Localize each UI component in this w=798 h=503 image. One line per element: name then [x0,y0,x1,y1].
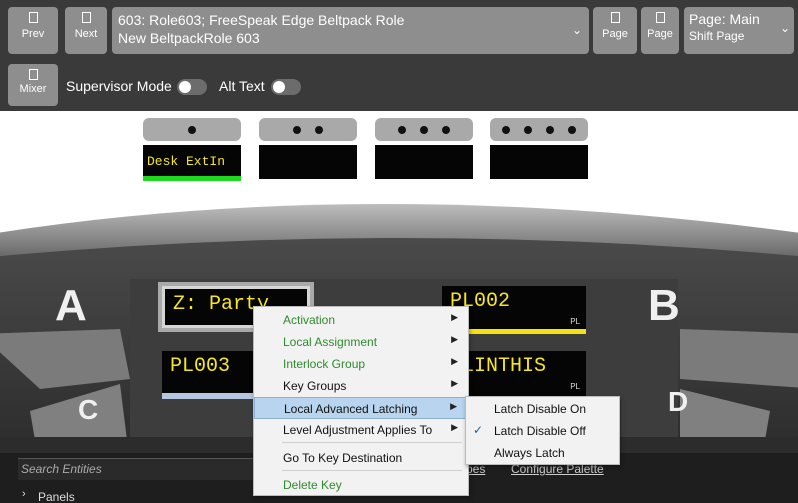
hw-key-b[interactable]: B [648,281,680,331]
checkmark-icon: ✓ [473,423,484,437]
submenu-arrow-icon: ▶ [451,422,458,432]
page-next-label: Page [647,28,673,40]
supervisor-mode-label: Supervisor Mode [66,78,172,94]
top-display-1[interactable]: Desk ExtIn [143,145,241,179]
key-slot-c-label: PL003 [170,355,231,378]
mixer-button[interactable]: Mixer [8,64,58,106]
key-indicator-3 [375,118,473,141]
menu-item-label: Local Advanced Latching [284,402,418,416]
top-display-4[interactable] [490,145,588,179]
menu-item-delete-key[interactable]: Delete Key [254,474,468,496]
submenu-arrow-icon: ▶ [451,378,458,388]
menu-separator [282,442,462,443]
prev-button[interactable]: Prev [8,7,58,54]
page-select-title: Page: Main [689,11,760,27]
menu-item-label: Delete Key [283,478,342,492]
submenu-item-latch-disable-off[interactable]: ✓ Latch Disable Off [466,420,619,442]
search-entities-input[interactable]: Search Entities [18,458,258,480]
menu-item-activation[interactable]: Activation ▶ [254,309,468,331]
role-title: 603: Role603; FreeSpeak Edge Beltpack Ro… [118,12,405,28]
submenu-item-label: Latch Disable On [494,402,587,416]
role-subtitle: New BeltpackRole 603 [118,30,260,46]
menu-item-local-advanced-latching[interactable]: Local Advanced Latching ▶ [254,397,468,419]
page-next-icon [655,12,665,23]
key-indicator-1 [143,118,241,141]
app-window: Prev Next 603: Role603; FreeSpeak Edge B… [0,0,798,503]
menu-separator [282,470,462,471]
chevron-down-icon: ⌄ [571,23,582,37]
hw-key-d[interactable]: D [668,386,688,418]
page-next-button[interactable]: Page [641,7,679,54]
toggle-knob [273,81,285,93]
page-select[interactable]: Page: Main Shift Page ⌄ [684,7,794,54]
page-prev-label: Page [602,28,628,40]
panels-label[interactable]: Panels [38,490,75,503]
top-display-2[interactable] [259,145,357,179]
mixer-icon [28,69,38,80]
menu-item-key-groups[interactable]: Key Groups ▶ [254,375,468,397]
hw-key-c[interactable]: C [78,394,98,426]
role-select[interactable]: 603: Role603; FreeSpeak Edge Beltpack Ro… [112,7,589,54]
prev-label: Prev [21,28,45,40]
supervisor-mode-toggle[interactable] [177,79,207,95]
page-prev-icon [610,12,620,23]
submenu-item-label: Latch Disable Off [494,424,586,438]
menu-item-label: Go To Key Destination [283,451,403,465]
hw-key-a[interactable]: A [55,281,87,331]
submenu-arrow-icon: ▶ [451,356,458,366]
submenu-arrow-icon: ▶ [451,312,458,322]
submenu-item-latch-disable-on[interactable]: Latch Disable On [466,398,619,420]
mixer-label: Mixer [19,83,47,95]
menu-item-go-to-key-destination[interactable]: Go To Key Destination [254,447,468,469]
alt-text-label: Alt Text [219,78,265,94]
menu-item-level-adjustment[interactable]: Level Adjustment Applies To ▶ [254,419,468,441]
alt-text-toggle[interactable] [271,79,301,95]
key-indicator-2 [259,118,357,141]
menu-item-local-assignment[interactable]: Local Assignment ▶ [254,331,468,353]
chevron-down-icon: ⌄ [779,21,790,35]
menu-item-label: Level Adjustment Applies To [283,423,433,437]
submenu-arrow-icon: ▶ [450,401,457,411]
menu-item-label: Interlock Group [283,357,366,371]
next-label: Next [74,28,98,40]
submenu-item-label: Always Latch [494,446,565,460]
key-indicator-4 [490,118,588,141]
page-prev-button[interactable]: Page [593,7,637,54]
key-context-menu: Activation ▶ Local Assignment ▶ Interloc… [253,306,469,496]
menu-item-interlock-group[interactable]: Interlock Group ▶ [254,353,468,375]
top-display-3[interactable] [375,145,473,179]
menu-item-label: Key Groups [283,379,347,393]
page-select-subtitle: Shift Page [689,29,745,43]
menu-item-label: Local Assignment [283,335,378,349]
key-slot-b-tag: PL [570,317,580,326]
key-slot-d-tag: PL [570,382,580,391]
toolbar: Prev Next 603: Role603; FreeSpeak Edge B… [0,0,798,111]
submenu-arrow-icon: ▶ [451,334,458,344]
latching-submenu: Latch Disable On ✓ Latch Disable Off Alw… [465,396,620,465]
toggle-knob [179,81,191,93]
next-button[interactable]: Next [65,7,107,54]
submenu-item-always-latch[interactable]: Always Latch [466,442,619,464]
chevron-right-icon[interactable]: › [22,488,26,500]
next-icon [81,12,91,23]
prev-icon [28,12,38,23]
menu-item-label: Activation [283,313,336,327]
